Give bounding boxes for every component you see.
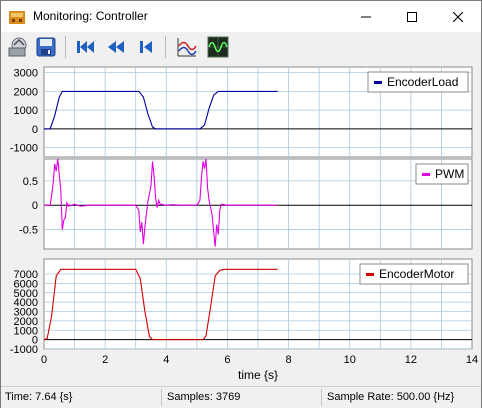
y-tick-label: 2000 xyxy=(14,86,38,98)
legend-swatch xyxy=(366,273,374,276)
legend-label: PWM xyxy=(435,167,464,181)
save-button[interactable] xyxy=(33,34,59,60)
save-icon xyxy=(36,37,56,57)
oscilloscope-icon xyxy=(207,36,229,58)
minimize-button[interactable] xyxy=(343,1,389,32)
toolbar xyxy=(1,32,481,62)
go-to-start-button[interactable] xyxy=(73,34,99,60)
rewind-button[interactable] xyxy=(103,34,129,60)
plot-settings-icon xyxy=(177,38,197,57)
chart-panel-1[interactable]: 3000 2000 1000 0 -1000 EncoderLoad xyxy=(10,66,473,158)
y-tick-label: -1000 xyxy=(10,143,38,155)
y-tick-label: -0.5 xyxy=(19,225,38,237)
close-icon xyxy=(453,11,463,22)
chart-panel-2[interactable]: 0.5 0 -0.5 PWM xyxy=(19,158,473,250)
step-back-icon xyxy=(140,41,152,53)
app-icon xyxy=(9,9,25,25)
y-tick-label: 0.5 xyxy=(23,176,38,188)
x-tick-label: 10 xyxy=(344,354,356,366)
skip-to-start-icon xyxy=(77,41,94,53)
x-tick-label: 14 xyxy=(466,354,478,366)
legend: EncoderMotor xyxy=(359,263,469,285)
y-tick-label: 3000 xyxy=(14,68,38,80)
minimize-icon xyxy=(361,16,371,17)
legend-swatch xyxy=(374,81,382,84)
legend: PWM xyxy=(415,163,469,185)
oscilloscope-button[interactable] xyxy=(205,34,231,60)
x-tick-label: 6 xyxy=(224,354,230,366)
plot-settings-button[interactable] xyxy=(173,34,199,60)
legend-swatch xyxy=(422,173,430,176)
x-axis-label: time {s} xyxy=(238,368,278,382)
title-bar[interactable]: Monitoring: Controller xyxy=(1,1,481,32)
status-sample-rate: Sample Rate: 500.00 {Hz} xyxy=(327,391,455,403)
maximize-button[interactable] xyxy=(389,1,435,32)
y-tick-label: 0 xyxy=(32,200,38,212)
x-tick-label: 2 xyxy=(102,354,108,366)
legend-label: EncoderLoad xyxy=(387,75,458,89)
open-folder-icon xyxy=(8,37,27,57)
status-bar: Time: 7.64 {s} Samples: 3769 Sample Rate… xyxy=(1,386,481,408)
legend-label: EncoderMotor xyxy=(379,267,454,281)
y-tick-label: 0 xyxy=(32,124,38,136)
window-title: Monitoring: Controller xyxy=(33,9,148,23)
plot-area: 3000 2000 1000 0 -1000 EncoderLoad 0.5 0 -0.5 PWM… xyxy=(1,62,481,384)
maximize-icon xyxy=(407,11,417,22)
status-samples: Samples: 3769 xyxy=(167,391,241,403)
charts-svg[interactable]: 3000200010000-1000EncoderLoad0.50-0.5PWM… xyxy=(1,62,481,384)
x-tick-label: 12 xyxy=(405,354,417,366)
legend: EncoderLoad xyxy=(367,71,469,93)
step-back-button[interactable] xyxy=(133,34,159,60)
x-tick-label: 8 xyxy=(286,354,292,366)
rewind-icon xyxy=(108,41,124,53)
chart-panel-3[interactable]: 70006000500040003000200010000-1000Encode… xyxy=(10,258,478,382)
x-tick-label: 0 xyxy=(41,354,47,366)
y-tick-label: 1000 xyxy=(14,105,38,117)
open-button[interactable] xyxy=(5,34,31,60)
x-tick-label: 4 xyxy=(163,354,169,366)
y-tick-label: -1000 xyxy=(10,344,38,356)
status-time: Time: 7.64 {s} xyxy=(5,391,73,403)
close-button[interactable] xyxy=(435,1,481,32)
monitoring-window: Monitoring: Controller 3000 2000 1000 0 … xyxy=(0,0,482,408)
